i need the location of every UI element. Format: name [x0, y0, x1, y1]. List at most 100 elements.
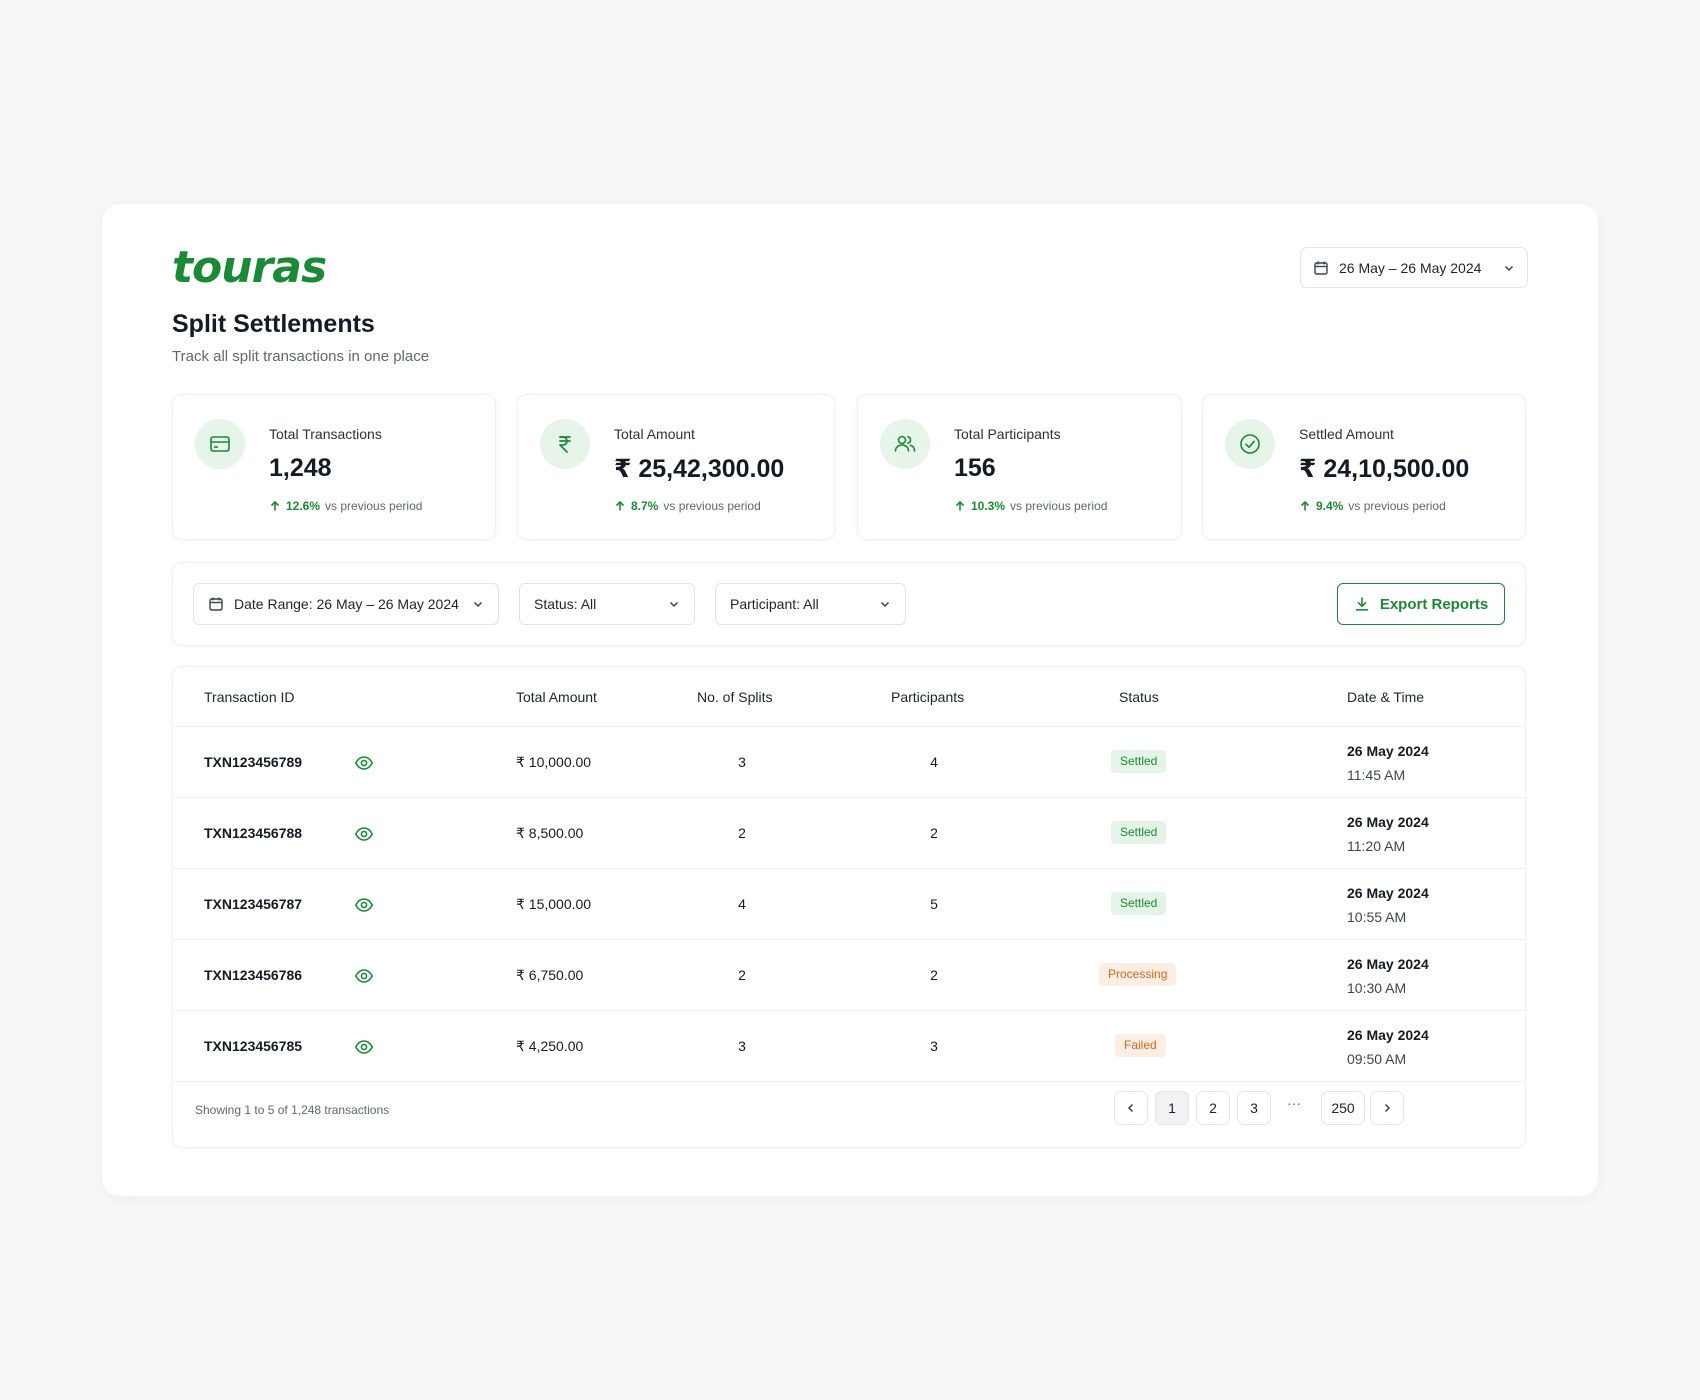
column-header-total-amount[interactable]: Total Amount — [516, 689, 597, 705]
pagination-next-button[interactable] — [1370, 1091, 1404, 1125]
calendar-icon — [1314, 261, 1328, 275]
table-row[interactable]: TXN123456788 ₹ 8,500.00 2 2 Settled 26 May 20… — [173, 798, 1525, 869]
status-filter[interactable]: Status: All — [519, 583, 695, 625]
total-amount: ₹ 4,250.00 — [516, 1038, 584, 1054]
stat-label: Total Amount — [614, 426, 695, 442]
total-amount: ₹ 15,000.00 — [516, 896, 592, 912]
transactions-table: Transaction ID Total Amount No. of Split… — [172, 666, 1526, 1148]
participants-count: 2 — [930, 825, 938, 841]
status-badge: Settled — [1111, 821, 1167, 844]
page-title: Split Settlements — [172, 310, 375, 338]
transaction-time: 10:30 AM — [1347, 980, 1407, 996]
pagination-page-button[interactable]: 2 — [1196, 1091, 1230, 1125]
stat-trend: 10.3% vs previous period — [954, 499, 1107, 513]
stat-change: 10.3% — [971, 499, 1006, 513]
participants-count: 3 — [930, 1038, 938, 1054]
stat-change-note: vs previous period — [325, 499, 423, 513]
table-row[interactable]: TXN123456786 ₹ 6,750.00 2 2 Processing 26 May… — [173, 940, 1525, 1011]
participant-filter[interactable]: Participant: All — [715, 583, 906, 625]
transaction-time: 09:50 AM — [1347, 1051, 1407, 1067]
eye-icon[interactable] — [354, 824, 374, 844]
chevron-right-icon — [1384, 1103, 1391, 1113]
main-panel: touras 26 May – 26 May 2024 Split Settle… — [102, 204, 1598, 1196]
splits-count: 3 — [738, 1038, 746, 1054]
stat-change-note: vs previous period — [1348, 499, 1446, 513]
status-filter-label: Status: All — [534, 596, 597, 612]
participants-count: 4 — [930, 754, 938, 770]
table-header: Transaction ID Total Amount No. of Split… — [173, 667, 1525, 727]
total-amount: ₹ 6,750.00 — [516, 967, 584, 983]
transaction-id: TXN123456786 — [204, 967, 303, 983]
table-row[interactable]: TXN123456789 ₹ 10,000.00 3 4 Settled 26 May 2… — [173, 727, 1525, 798]
calendar-icon — [209, 597, 223, 611]
column-header-status[interactable]: Status — [1119, 689, 1159, 705]
eye-icon[interactable] — [354, 895, 374, 915]
column-header-participants[interactable]: Participants — [891, 689, 964, 705]
arrow-up-icon — [270, 500, 280, 511]
check-circle-icon — [1225, 419, 1275, 469]
eye-icon[interactable] — [354, 753, 374, 773]
eye-icon[interactable] — [354, 1037, 374, 1057]
pagination-page-button[interactable]: 1 — [1155, 1091, 1189, 1125]
stat-value: ₹ 25,42,300.00 — [614, 455, 785, 483]
participant-filter-label: Participant: All — [730, 596, 819, 612]
pagination-prev-button[interactable] — [1114, 1091, 1148, 1125]
brand-logo: touras — [172, 242, 327, 293]
column-header-transaction-id[interactable]: Transaction ID — [204, 689, 295, 705]
pagination-summary: Showing 1 to 5 of 1,248 transactions — [195, 1103, 390, 1117]
column-header-splits[interactable]: No. of Splits — [697, 689, 772, 705]
chevron-left-icon — [1127, 1103, 1134, 1113]
splits-count: 2 — [738, 967, 746, 983]
pagination-page-button[interactable]: 3 — [1237, 1091, 1271, 1125]
splits-count: 4 — [738, 896, 746, 912]
transaction-time: 11:45 AM — [1347, 767, 1406, 783]
stat-label: Total Transactions — [269, 426, 382, 442]
users-icon — [880, 419, 930, 469]
page-subtitle: Track all split transactions in one plac… — [172, 348, 430, 365]
stat-card-total-transactions: Total Transactions 1,248 12.6% vs previo… — [172, 394, 496, 540]
table-row[interactable]: TXN123456787 ₹ 15,000.00 4 5 Settled 26 May 2… — [173, 869, 1525, 940]
card-icon — [195, 419, 245, 469]
column-header-date-time[interactable]: Date & Time — [1347, 689, 1424, 705]
stat-card-settled-amount: Settled Amount ₹ 24,10,500.00 9.4% vs pr… — [1202, 394, 1526, 540]
eye-icon[interactable] — [354, 966, 374, 986]
stat-card-total-participants: Total Participants 156 10.3% vs previous… — [857, 394, 1182, 540]
status-badge: Failed — [1115, 1034, 1166, 1057]
transaction-time: 10:55 AM — [1347, 909, 1407, 925]
export-reports-button[interactable]: Export Reports — [1337, 583, 1505, 625]
stat-label: Settled Amount — [1299, 426, 1394, 442]
arrow-up-icon — [955, 500, 965, 511]
download-icon — [1355, 597, 1369, 611]
stat-change: 8.7% — [631, 499, 659, 513]
arrow-up-icon — [1300, 500, 1310, 511]
total-amount: ₹ 10,000.00 — [516, 754, 592, 770]
stat-value: 156 — [954, 454, 996, 482]
transaction-time: 11:20 AM — [1347, 838, 1406, 854]
stat-card-total-amount: Total Amount ₹ 25,42,300.00 8.7% vs prev… — [517, 394, 835, 540]
arrow-up-icon — [615, 500, 625, 511]
total-amount: ₹ 8,500.00 — [516, 825, 584, 841]
stat-change: 12.6% — [286, 499, 321, 513]
stat-trend: 8.7% vs previous period — [614, 499, 761, 513]
transaction-id: TXN123456785 — [204, 1038, 303, 1054]
table-row[interactable]: TXN123456785 ₹ 4,250.00 3 3 Failed 26 May 202… — [173, 1011, 1525, 1082]
transaction-id: TXN123456789 — [204, 754, 303, 770]
participants-count: 5 — [930, 896, 938, 912]
pagination-ellipsis: ··· — [1287, 1095, 1301, 1111]
transaction-date: 26 May 2024 — [1347, 956, 1429, 972]
transaction-id: TXN123456788 — [204, 825, 303, 841]
chevron-down-icon — [880, 601, 890, 608]
transaction-date: 26 May 2024 — [1347, 1027, 1429, 1043]
stat-label: Total Participants — [954, 426, 1061, 442]
transaction-date: 26 May 2024 — [1347, 743, 1429, 759]
header-date-range-picker[interactable]: 26 May – 26 May 2024 — [1300, 247, 1528, 288]
date-range-filter-label: Date Range: 26 May – 26 May 2024 — [234, 596, 459, 612]
date-range-filter[interactable]: Date Range: 26 May – 26 May 2024 — [193, 583, 499, 625]
status-badge: Settled — [1111, 892, 1167, 915]
stat-change: 9.4% — [1316, 499, 1344, 513]
chevron-down-icon — [669, 601, 679, 608]
export-reports-label: Export Reports — [1379, 595, 1489, 613]
chevron-down-icon — [473, 601, 483, 608]
pagination-last-page-button[interactable]: 250 — [1321, 1091, 1365, 1125]
filter-bar: Date Range: 26 May – 26 May 2024 Status:… — [172, 562, 1526, 646]
